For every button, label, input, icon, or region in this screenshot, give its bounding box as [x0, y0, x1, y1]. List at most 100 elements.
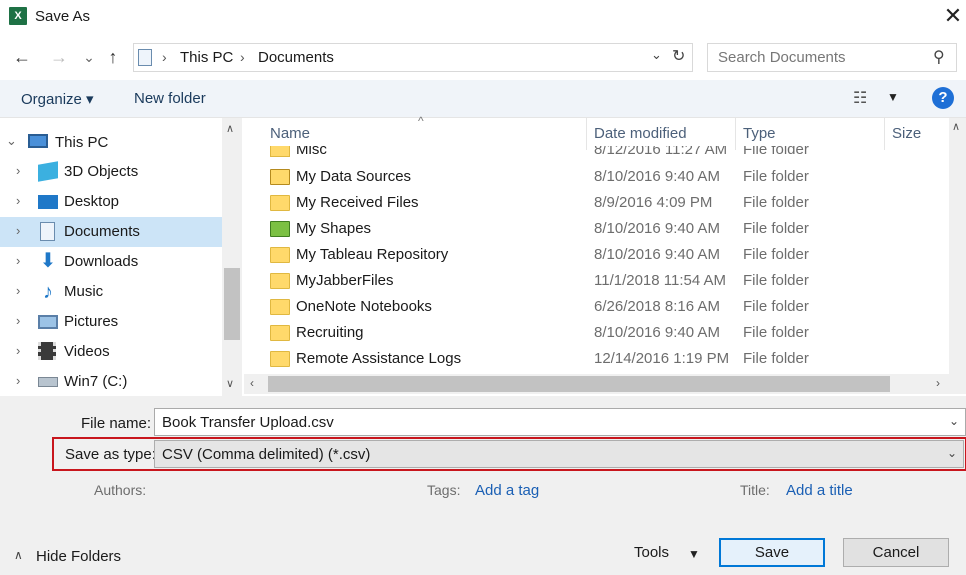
new-folder-button[interactable]: New folder	[134, 90, 206, 107]
table-row[interactable]: My Received Files 8/9/2016 4:09 PM File fo…	[244, 190, 949, 216]
chevron-right-icon[interactable]: ›	[16, 343, 20, 358]
table-row[interactable]: Recruiting 8/10/2016 9:40 AM File folder	[244, 320, 949, 346]
save-button[interactable]: Save	[719, 538, 825, 567]
chevron-right-icon[interactable]: ›	[16, 223, 20, 238]
close-icon[interactable]: ✕	[940, 4, 966, 30]
file-name: Misc	[296, 146, 327, 158]
tools-dropdown-icon[interactable]: ▼	[688, 547, 700, 561]
refresh-icon[interactable]: ↻	[672, 46, 685, 66]
scroll-up-arrow-icon[interactable]: ∧	[226, 122, 234, 135]
breadcrumb-this-pc[interactable]: This PC	[180, 49, 233, 66]
navigation-scrollbar-thumb[interactable]	[224, 268, 240, 340]
up-arrow-icon[interactable]: ↑	[101, 45, 125, 69]
chevron-right-icon[interactable]: ›	[16, 313, 20, 328]
table-row[interactable]: My Data Sources 8/10/2016 9:40 AM File fol…	[244, 164, 949, 190]
pictures-icon	[38, 315, 58, 329]
save-as-type-value: CSV (Comma delimited) (*.csv)	[162, 446, 371, 463]
chevron-up-icon[interactable]: ∧	[14, 548, 23, 562]
breadcrumb-separator-icon: ›	[162, 49, 167, 65]
add-title-link[interactable]: Add a title	[786, 482, 853, 499]
address-bar[interactable]: › This PC › Documents ⌄ ↻	[133, 43, 693, 72]
scroll-down-arrow-icon[interactable]: ∨	[226, 377, 234, 390]
table-row-partial[interactable]: Misc 8/12/2016 11:27 AM File folder	[244, 146, 949, 160]
tree-item-win7-drive[interactable]: › Win7 (C:)	[0, 367, 222, 395]
tree-label: Documents	[64, 223, 140, 240]
file-date: 8/9/2016 4:09 PM	[594, 194, 713, 211]
search-input[interactable]: Search Documents ⚲	[707, 43, 957, 72]
tree-item-3d-objects[interactable]: › 3D Objects	[0, 157, 222, 187]
tree-label: Desktop	[64, 193, 120, 210]
chevron-down-icon[interactable]: ⌄	[947, 446, 957, 460]
column-header-size[interactable]: Size	[892, 125, 921, 142]
tree-item-downloads[interactable]: › ⬇ Downloads	[0, 247, 222, 277]
tree-item-this-pc[interactable]: ⌄ This PC	[0, 127, 222, 157]
tree-item-music[interactable]: › ♪ Music	[0, 277, 222, 307]
folder-icon	[270, 247, 290, 263]
drive-icon	[38, 377, 58, 387]
chevron-down-icon[interactable]: ⌄	[949, 414, 959, 428]
folder-icon	[270, 351, 290, 367]
breadcrumb-documents[interactable]: Documents	[258, 49, 334, 66]
tree-item-desktop[interactable]: › Desktop	[0, 187, 222, 217]
table-row[interactable]: My Shapes 8/10/2016 9:40 AM File folder	[244, 216, 949, 242]
horizontal-scrollbar-thumb[interactable]	[268, 376, 890, 392]
chevron-down-icon[interactable]: ⌄	[651, 47, 662, 63]
column-header-type[interactable]: Type	[743, 125, 776, 142]
view-options-icon[interactable]: ☷	[853, 88, 867, 108]
file-name-input[interactable]: Book Transfer Upload.csv ⌄	[154, 408, 966, 436]
column-header-name[interactable]: Name	[270, 125, 310, 142]
back-arrow-icon[interactable]: ←	[10, 45, 34, 69]
cancel-button[interactable]: Cancel	[843, 538, 949, 567]
file-date: 8/10/2016 9:40 AM	[594, 246, 720, 263]
hide-folders-button[interactable]: Hide Folders	[36, 548, 121, 565]
tree-item-documents[interactable]: › Documents	[0, 217, 222, 247]
file-name-label: File name:	[81, 415, 152, 432]
breadcrumb-separator-icon: ›	[240, 49, 245, 65]
tools-menu-button[interactable]: Tools	[634, 544, 669, 561]
chevron-right-icon[interactable]: ›	[16, 373, 20, 388]
file-type: File folder	[743, 146, 809, 158]
scroll-up-arrow-icon[interactable]: ∧	[952, 120, 960, 133]
folder-icon	[270, 299, 290, 315]
sort-ascending-icon: ^	[418, 114, 424, 128]
scroll-right-arrow-icon[interactable]: ›	[936, 376, 940, 390]
recent-locations-chevron-icon[interactable]: ⌄	[77, 45, 101, 69]
pc-icon	[28, 134, 48, 148]
cube-icon	[38, 161, 58, 182]
file-name: Recruiting	[296, 324, 364, 341]
folder-icon	[270, 195, 290, 211]
file-name: OneNote Notebooks	[296, 298, 432, 315]
chevron-expanded-icon[interactable]: ⌄	[6, 133, 17, 149]
add-tag-link[interactable]: Add a tag	[475, 482, 539, 499]
forward-arrow-icon[interactable]: →	[47, 45, 71, 69]
column-header-date-modified[interactable]: Date modified	[594, 125, 687, 142]
tree-item-videos[interactable]: › Videos	[0, 337, 222, 367]
tree-item-pictures[interactable]: › Pictures	[0, 307, 222, 337]
help-icon[interactable]: ?	[932, 87, 954, 109]
file-name-value: Book Transfer Upload.csv	[162, 414, 334, 431]
scroll-left-arrow-icon[interactable]: ‹	[250, 376, 254, 390]
chevron-right-icon[interactable]: ›	[16, 163, 20, 178]
title-label: Title:	[740, 482, 770, 498]
table-row[interactable]: My Tableau Repository 8/10/2016 9:40 AM Fi…	[244, 242, 949, 268]
file-name: My Received Files	[296, 194, 419, 211]
file-date: 8/12/2016 11:27 AM	[594, 146, 728, 158]
file-name: My Shapes	[296, 220, 372, 237]
file-name: Remote Assistance Logs	[296, 350, 462, 367]
table-row[interactable]: MyJabberFiles 11/1/2018 11:54 AM File fold…	[244, 268, 949, 294]
organize-menu-button[interactable]: Organize ▾	[21, 90, 94, 108]
chevron-right-icon[interactable]: ›	[16, 253, 20, 268]
chevron-right-icon[interactable]: ›	[16, 193, 20, 208]
chevron-right-icon[interactable]: ›	[16, 283, 20, 298]
music-note-icon: ♪	[43, 281, 53, 303]
tree-label: Videos	[64, 343, 110, 360]
navigation-scrollbar[interactable]	[222, 118, 242, 396]
folder-icon	[270, 221, 290, 237]
search-icon[interactable]: ⚲	[933, 47, 945, 67]
table-row[interactable]: OneNote Notebooks 6/26/2018 8:16 AM File f…	[244, 294, 949, 320]
table-row[interactable]: Remote Assistance Logs 12/14/2016 1:19 PM…	[244, 346, 949, 372]
file-list-vertical-scrollbar[interactable]	[949, 118, 966, 374]
tree-label: Downloads	[64, 253, 139, 270]
view-dropdown-icon[interactable]: ▼	[887, 90, 899, 104]
save-as-type-select[interactable]: CSV (Comma delimited) (*.csv) ⌄	[154, 440, 964, 468]
